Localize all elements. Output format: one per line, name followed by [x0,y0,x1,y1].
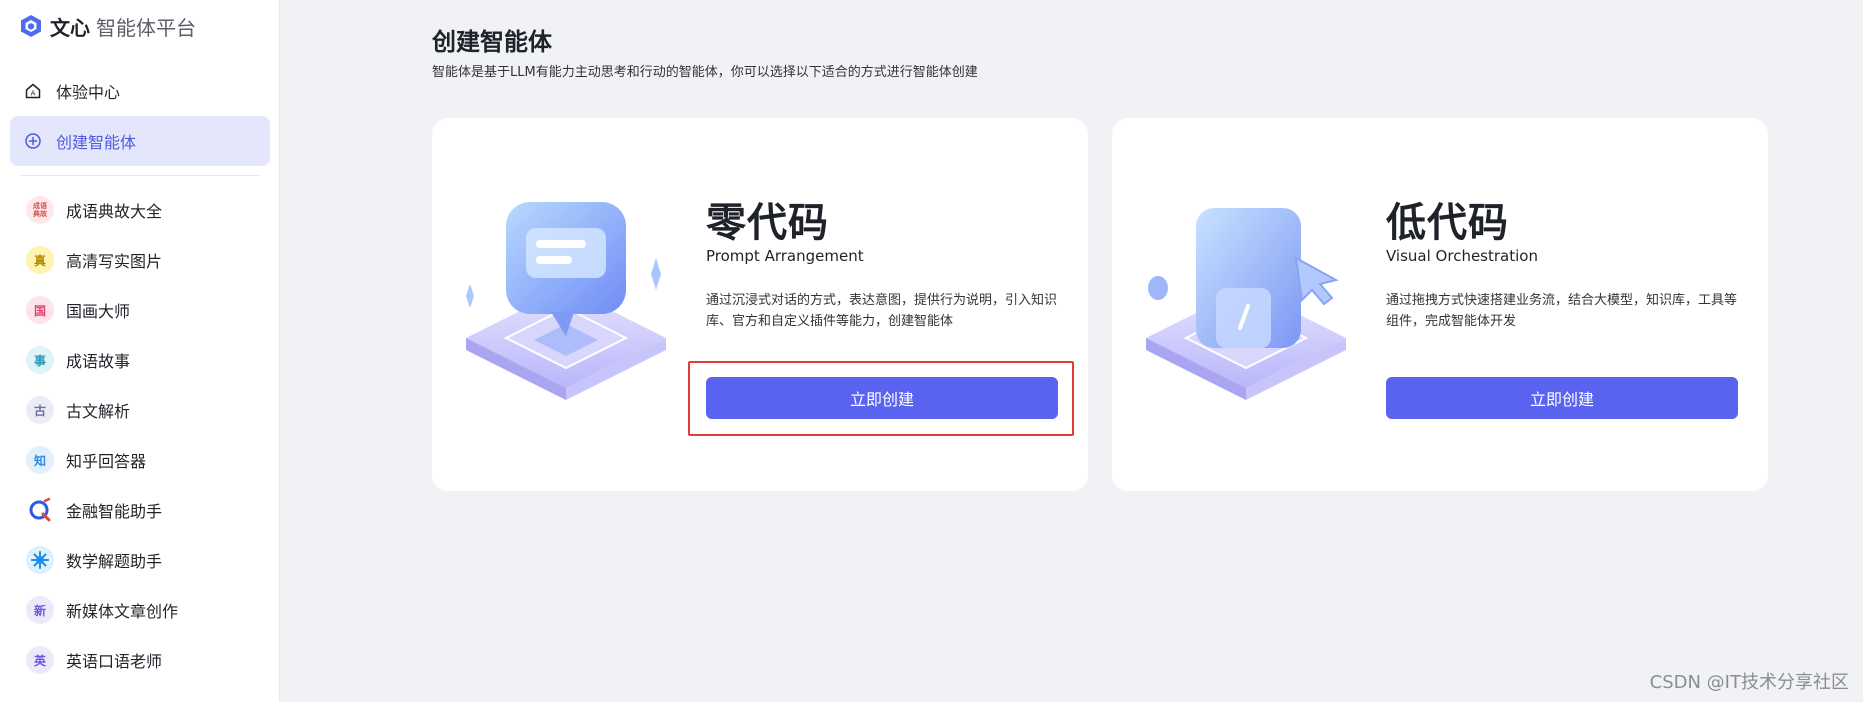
agent-label: 金融智能助手 [66,502,163,521]
card-subtitle: Prompt Arrangement [706,247,864,265]
agent-item-chinese-painting[interactable]: 国 国画大师 [10,285,270,335]
card-title: 低代码 [1386,200,1509,246]
agent-item-new-media-writing[interactable]: 新 新媒体文章创作 [10,585,270,635]
agent-label: 国画大师 [66,302,131,321]
drag-cursor-illustration-icon [1146,208,1346,400]
agent-item-math-solver[interactable]: 数学解题助手 [10,535,270,585]
create-now-button-zero-code[interactable]: 立即创建 [706,377,1058,419]
low-code-card: 低代码 Visual Orchestration 通过拖拽方式快速搭建业务流，结… [1112,118,1768,491]
nav-item-label: 创建智能体 [56,133,137,152]
card-description: 通过拖拽方式快速搭建业务流，结合大模型，知识库，工具等组件，完成智能体开发 [1386,293,1738,329]
agent-item-idiom-stories-collection[interactable]: 成语 典故 成语典故大全 [10,185,270,235]
agent-item-zhihu-answerer[interactable]: 知 知乎回答器 [10,435,270,485]
wenxin-logo-icon [21,15,41,37]
card-subtitle: Visual Orchestration [1386,247,1538,265]
watermark: CSDN @IT技术分享社区 [1649,672,1849,693]
sidebar-divider [20,175,260,176]
card-title: 零代码 [706,200,829,246]
agent-avatar: 事 [26,346,54,374]
agent-list: 成语 典故 成语典故大全 真 高清写实图片 国 国画大师 事 成语故事 古 古文解… [10,185,270,685]
brand-name-rest: 智能体平台 [96,15,196,40]
agent-label: 成语故事 [66,352,131,371]
agent-avatar: 成语 典故 [26,196,54,224]
brand-logo-area[interactable]: 文心 智能体平台 [18,10,196,42]
svg-text:A: A [31,90,36,98]
card-description: 通过沉浸式对话的方式，表达意图，提供行为说明，引入知识库、官方和自定义插件等能力… [706,293,1058,329]
plus-circle-icon [25,133,41,149]
agent-label: 知乎回答器 [66,452,147,471]
agent-item-hd-photo[interactable]: 真 高清写实图片 [10,235,270,285]
agent-item-english-tutor[interactable]: 英 英语口语老师 [10,635,270,685]
agent-avatar: 真 [26,246,54,274]
agent-label: 新媒体文章创作 [66,602,179,621]
zero-code-card: 零代码 Prompt Arrangement 通过沉浸式对话的方式，表达意图，提… [432,118,1088,491]
agent-label: 高清写实图片 [66,252,163,271]
brand-name-strong: 文心 [50,15,90,40]
page-description: 智能体是基于LLM有能力主动思考和行动的智能体，你可以选择以下适合的方式进行智能… [432,65,978,80]
agent-label: 英语口语老师 [66,652,163,671]
math-solver-icon [26,546,54,574]
create-now-button-low-code[interactable]: 立即创建 [1386,377,1738,419]
finance-assistant-icon [26,496,54,524]
agent-avatar: 知 [26,446,54,474]
main-nav: A 体验中心 创建智能体 [10,66,270,166]
agent-avatar: 古 [26,396,54,424]
agent-item-classical-analysis[interactable]: 古 古文解析 [10,385,270,435]
nav-item-experience-center[interactable]: A 体验中心 [10,66,270,116]
agent-item-idiom-story[interactable]: 事 成语故事 [10,335,270,385]
nav-item-label: 体验中心 [56,83,121,102]
agent-avatar: 新 [26,596,54,624]
nav-item-create-agent[interactable]: 创建智能体 [10,116,270,166]
home-icon: A [25,83,41,99]
sidebar: 文心 智能体平台 A 体验中心 创建智能体 成语 典故 成语典故大全 真 高清写实… [0,0,280,702]
chat-bubble-illustration-icon [466,202,666,400]
agent-label: 古文解析 [66,402,131,421]
agent-item-finance-assistant[interactable]: 金融智能助手 [10,485,270,535]
agent-label: 成语典故大全 [66,202,163,221]
agent-label: 数学解题助手 [66,552,163,571]
agent-avatar: 国 [26,296,54,324]
agent-avatar: 英 [26,646,54,674]
page-title: 创建智能体 [432,28,552,56]
